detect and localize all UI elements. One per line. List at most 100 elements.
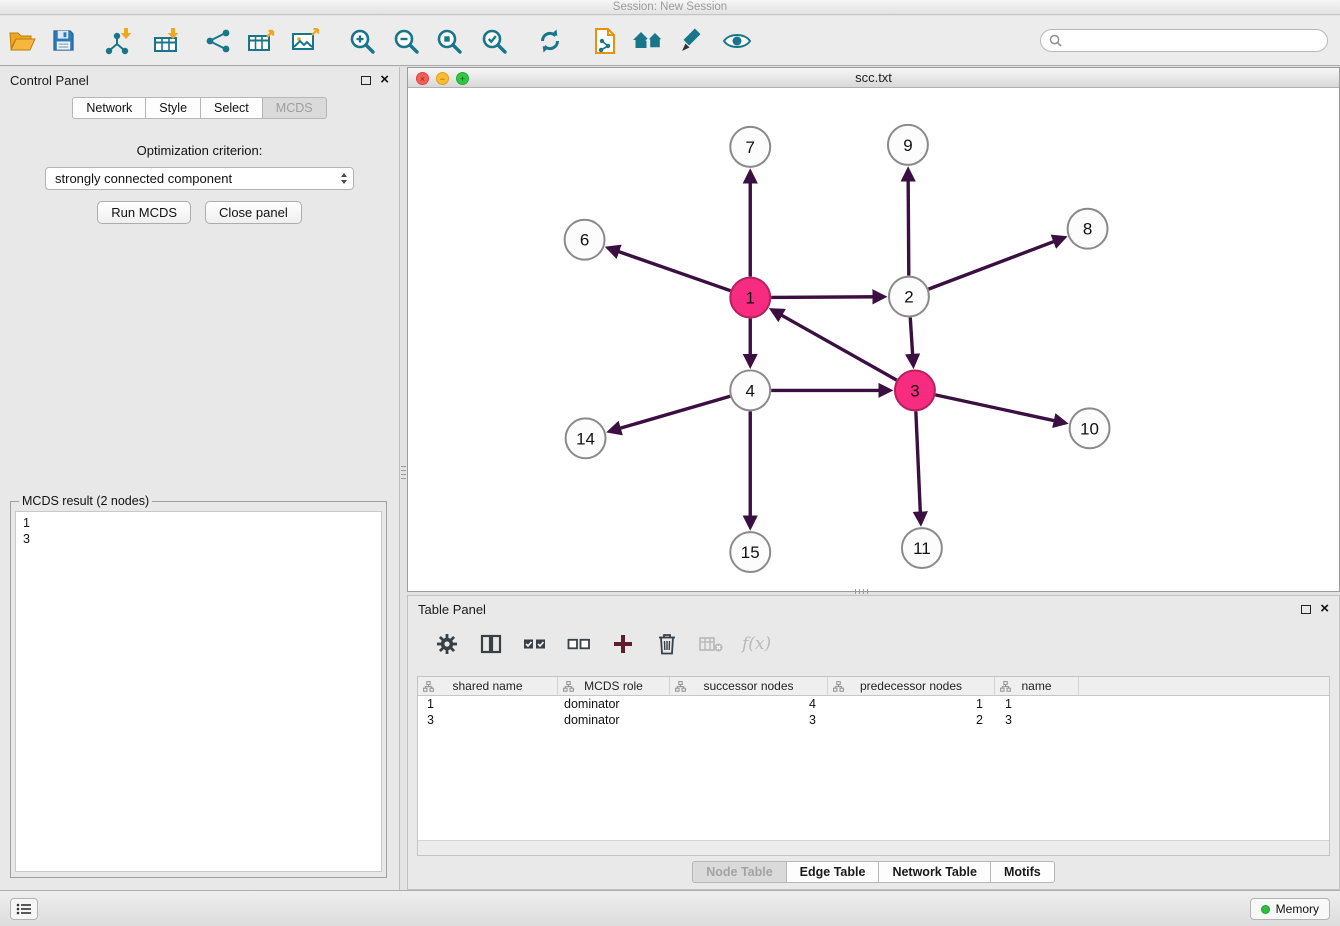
- delete-row-button[interactable]: [654, 629, 680, 659]
- node-2[interactable]: 2: [889, 277, 929, 317]
- paint-button[interactable]: [675, 23, 709, 59]
- paint-icon: [678, 27, 706, 55]
- cell-successor-nodes: 4: [670, 697, 828, 711]
- table-panel: Table Panel ×: [407, 595, 1340, 890]
- close-panel-icon[interactable]: ×: [380, 74, 389, 86]
- horizontal-scrollbar[interactable]: [418, 840, 1329, 855]
- tab-network-table[interactable]: Network Table: [879, 861, 991, 883]
- cell-predecessor-nodes: 2: [828, 713, 995, 727]
- float-panel-icon[interactable]: [1301, 605, 1311, 614]
- task-history-button[interactable]: [10, 898, 38, 920]
- edge-3-1[interactable]: [773, 310, 897, 380]
- open-session-button[interactable]: [5, 23, 39, 59]
- node-4[interactable]: 4: [730, 370, 770, 410]
- window-close-icon[interactable]: ×: [416, 72, 429, 85]
- node-6[interactable]: 6: [565, 220, 605, 260]
- search-input[interactable]: [1067, 33, 1327, 49]
- zoom-fit-button[interactable]: [432, 23, 466, 59]
- table-row[interactable]: 1 dominator 4 1 1: [418, 696, 1329, 712]
- zoom-in-button[interactable]: [345, 23, 379, 59]
- search-icon: [1049, 34, 1062, 47]
- node-14[interactable]: 14: [566, 418, 606, 458]
- memory-button[interactable]: Memory: [1250, 898, 1330, 920]
- table-row[interactable]: 3 dominator 3 2 3: [418, 712, 1329, 728]
- horizontal-splitter-handle[interactable]: [855, 589, 871, 594]
- function-builder-button[interactable]: f(x): [742, 629, 771, 659]
- unselect-all-button[interactable]: [566, 629, 592, 659]
- select-all-button[interactable]: [522, 629, 548, 659]
- refresh-button[interactable]: [533, 23, 567, 59]
- edge-3-10[interactable]: [935, 395, 1064, 423]
- network-window: × − + scc.txt 7 9 6 8 1 2 4 3 14 10 15 11: [407, 67, 1340, 592]
- control-panel-header: Control Panel ×: [0, 67, 399, 93]
- edge-2-3[interactable]: [910, 318, 913, 365]
- column-header-predecessor-nodes[interactable]: predecessor nodes: [828, 677, 995, 695]
- node-15[interactable]: 15: [730, 532, 770, 572]
- columns-icon: [480, 634, 502, 654]
- node-10[interactable]: 10: [1070, 408, 1110, 448]
- node-label: 2: [904, 288, 913, 307]
- import-table-button[interactable]: [149, 23, 183, 59]
- node-label: 6: [580, 231, 589, 250]
- eye-button[interactable]: [720, 23, 754, 59]
- optimization-criterion-select[interactable]: strongly connected component: [45, 167, 354, 190]
- tab-mcds[interactable]: MCDS: [263, 97, 327, 119]
- search-box: [1040, 29, 1328, 52]
- network-window-titlebar[interactable]: × − + scc.txt: [408, 68, 1339, 88]
- window-zoom-icon[interactable]: +: [456, 72, 469, 85]
- zoom-selected-button[interactable]: [477, 23, 511, 59]
- delete-column-button[interactable]: [698, 629, 724, 659]
- edge-3-11[interactable]: [916, 411, 921, 522]
- edge-2-8[interactable]: [929, 238, 1064, 289]
- tab-motifs[interactable]: Motifs: [991, 861, 1055, 883]
- network-share-button[interactable]: [201, 23, 235, 59]
- node-7[interactable]: 7: [730, 127, 770, 167]
- vertical-splitter-handle[interactable]: [401, 466, 406, 482]
- zoom-out-icon: [392, 27, 420, 55]
- list-icon: [16, 903, 32, 915]
- status-bar: Memory: [0, 890, 1340, 926]
- float-panel-icon[interactable]: [361, 76, 371, 85]
- title-bar: Session: New Session: [0, 0, 1340, 15]
- node-11[interactable]: 11: [902, 528, 942, 568]
- export-table-button[interactable]: [244, 23, 278, 59]
- zoom-out-button[interactable]: [389, 23, 423, 59]
- add-column-button[interactable]: [610, 629, 636, 659]
- edge-2-9[interactable]: [908, 171, 909, 276]
- edge-4-14[interactable]: [610, 396, 730, 431]
- export-image-button[interactable]: [288, 23, 322, 59]
- table-settings-button[interactable]: [434, 629, 460, 659]
- home-button[interactable]: [631, 23, 665, 59]
- node-3[interactable]: 3: [895, 370, 935, 410]
- unselect-all-icon: [567, 636, 591, 652]
- delete-column-icon: [699, 635, 723, 653]
- edge-1-6[interactable]: [609, 248, 730, 290]
- window-minimize-icon[interactable]: −: [436, 72, 449, 85]
- node-1[interactable]: 1: [730, 278, 770, 318]
- tab-node-table[interactable]: Node Table: [692, 861, 786, 883]
- run-mcds-button[interactable]: Run MCDS: [97, 201, 191, 224]
- show-columns-button[interactable]: [478, 629, 504, 659]
- zoom-selected-icon: [480, 27, 508, 55]
- column-header-shared-name[interactable]: shared name: [418, 677, 558, 695]
- network-graph[interactable]: 7 9 6 8 1 2 4 3 14 10 15 11: [408, 89, 1339, 591]
- close-panel-button[interactable]: Close panel: [205, 201, 302, 224]
- import-network-button[interactable]: [100, 23, 134, 59]
- edge-1-2[interactable]: [771, 297, 883, 298]
- node-8[interactable]: 8: [1068, 209, 1108, 249]
- column-header-mcds-role[interactable]: MCDS role: [558, 677, 670, 695]
- column-header-name[interactable]: name: [995, 677, 1079, 695]
- column-header-successor-nodes[interactable]: successor nodes: [670, 677, 828, 695]
- save-session-button[interactable]: [46, 23, 80, 59]
- tab-network[interactable]: Network: [72, 97, 146, 119]
- network-file-button[interactable]: [588, 23, 622, 59]
- close-panel-icon[interactable]: ×: [1320, 603, 1329, 615]
- cell-mcds-role: dominator: [558, 697, 670, 711]
- tab-select[interactable]: Select: [201, 97, 263, 119]
- node-label: 1: [746, 289, 755, 308]
- tab-edge-table[interactable]: Edge Table: [787, 861, 880, 883]
- node-9[interactable]: 9: [888, 125, 928, 165]
- tab-style[interactable]: Style: [146, 97, 201, 119]
- node-label: 7: [746, 138, 755, 157]
- network-canvas[interactable]: 7 9 6 8 1 2 4 3 14 10 15 11: [408, 89, 1339, 591]
